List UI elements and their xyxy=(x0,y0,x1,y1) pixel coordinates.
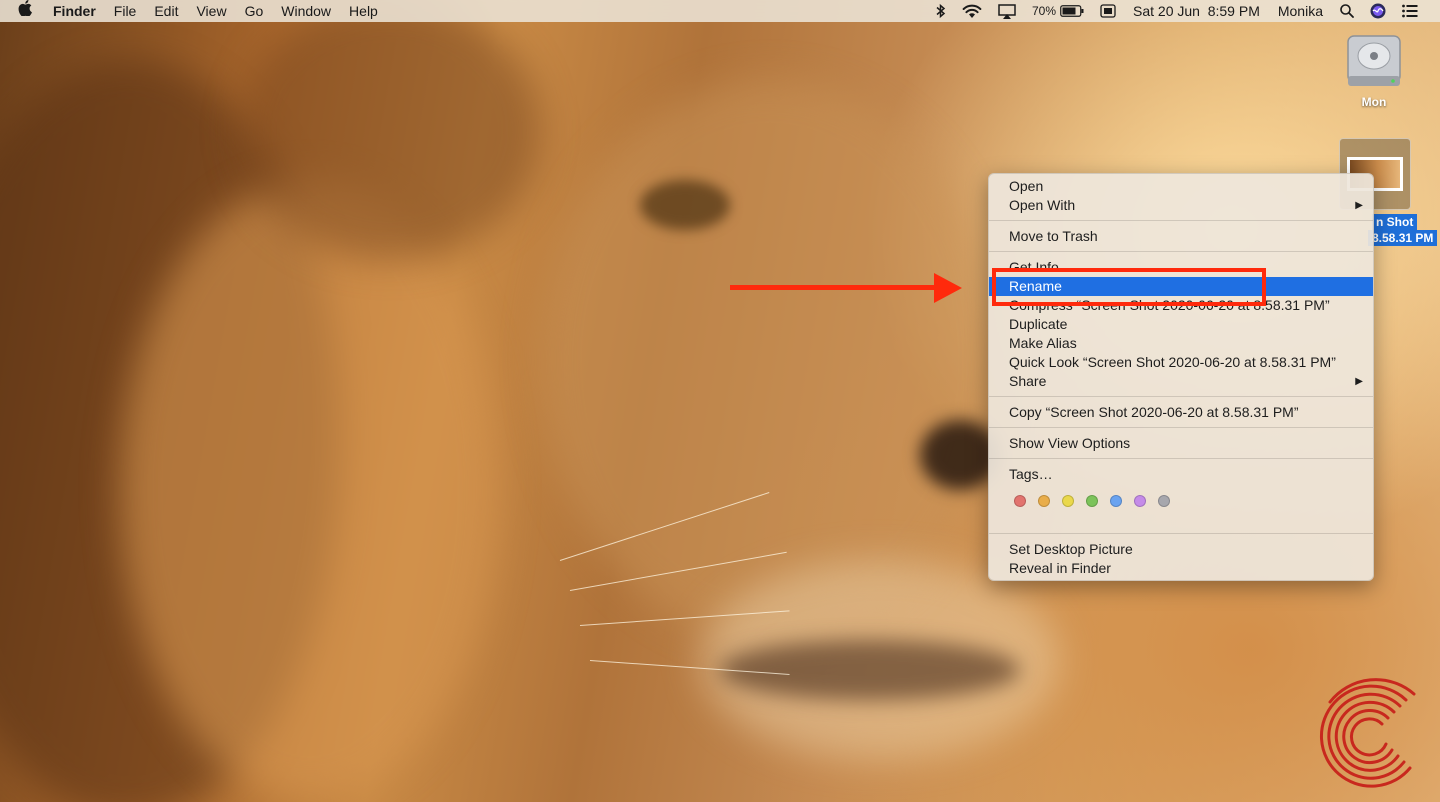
menu-item-label: Open xyxy=(1009,178,1044,194)
notification-center-icon[interactable] xyxy=(1394,0,1440,22)
menu-item-copy[interactable]: Copy “Screen Shot 2020-06-20 at 8.58.31 … xyxy=(989,403,1373,422)
menu-item-reveal-in-finder[interactable]: Reveal in Finder xyxy=(989,559,1373,578)
menu-item-label: Reveal in Finder xyxy=(1009,560,1111,576)
annotation-highlight-box xyxy=(992,268,1266,306)
menu-item-label: Set Desktop Picture xyxy=(1009,541,1133,557)
desktop-drive[interactable]: Mon xyxy=(1344,30,1404,109)
menu-item-label: Quick Look “Screen Shot 2020-06-20 at 8.… xyxy=(1009,354,1336,370)
tag-purple-icon[interactable] xyxy=(1134,495,1146,507)
submenu-arrow-icon: ▶ xyxy=(1355,376,1363,387)
lion-eye xyxy=(640,180,730,230)
menu-window[interactable]: Window xyxy=(272,0,340,22)
context-menu: Open Open With ▶ Move to Trash Get Info R… xyxy=(988,173,1374,581)
menu-separator xyxy=(989,427,1373,428)
tag-gray-icon[interactable] xyxy=(1158,495,1170,507)
screenshot-filename-line1[interactable]: n Shot xyxy=(1372,214,1418,230)
lion-mouth xyxy=(720,640,1020,700)
status-area: 70% Sat 20 Jun 8:59 PM Monika xyxy=(928,0,1440,22)
annotation-arrow-shaft xyxy=(730,285,936,290)
menu-item-set-desktop-picture[interactable]: Set Desktop Picture xyxy=(989,540,1373,559)
mane-highlight xyxy=(120,180,500,800)
menu-item-move-to-trash[interactable]: Move to Trash xyxy=(989,227,1373,246)
mane-top xyxy=(240,0,540,260)
siri-icon[interactable] xyxy=(1362,0,1394,22)
tag-green-icon[interactable] xyxy=(1086,495,1098,507)
lion-face xyxy=(540,80,1000,640)
menu-item-show-view-options[interactable]: Show View Options xyxy=(989,434,1373,453)
airplay-icon[interactable] xyxy=(990,0,1024,22)
menu-item-quick-look[interactable]: Quick Look “Screen Shot 2020-06-20 at 8.… xyxy=(989,353,1373,372)
battery-icon[interactable]: 70% xyxy=(1024,0,1092,22)
menu-item-label: Copy “Screen Shot 2020-06-20 at 8.58.31 … xyxy=(1009,404,1299,420)
watermark-logo-icon xyxy=(1319,678,1416,788)
submenu-arrow-icon: ▶ xyxy=(1355,200,1363,211)
annotation-arrow-head-icon xyxy=(934,273,962,303)
battery-percent: 70% xyxy=(1031,4,1056,18)
hard-drive-icon xyxy=(1347,35,1401,86)
menu-item-label: Move to Trash xyxy=(1009,228,1098,244)
menu-separator xyxy=(989,220,1373,221)
menu-item-label: Tags… xyxy=(1009,466,1053,482)
menu-item-tags[interactable]: Tags… xyxy=(989,465,1373,484)
menu-item-make-alias[interactable]: Make Alias xyxy=(989,334,1373,353)
user-name[interactable]: Monika xyxy=(1269,0,1332,22)
menu-item-label: Open With xyxy=(1009,197,1076,213)
tag-red-icon[interactable] xyxy=(1014,495,1026,507)
menu-item-share[interactable]: Share ▶ xyxy=(989,372,1373,391)
menu-separator xyxy=(989,396,1373,397)
tag-blue-icon[interactable] xyxy=(1110,495,1122,507)
screenshot-filename-line2[interactable]: 8.58.31 PM xyxy=(1368,230,1438,246)
menu-go[interactable]: Go xyxy=(236,0,273,22)
menu-separator xyxy=(989,533,1373,534)
menu-item-label: Make Alias xyxy=(1009,335,1077,351)
menu-item-open-with[interactable]: Open With ▶ xyxy=(989,196,1373,215)
menu-edit[interactable]: Edit xyxy=(145,0,187,22)
tag-orange-icon[interactable] xyxy=(1038,495,1050,507)
bluetooth-icon[interactable] xyxy=(928,0,954,22)
menu-separator xyxy=(989,458,1373,459)
tag-yellow-icon[interactable] xyxy=(1062,495,1074,507)
menu-view[interactable]: View xyxy=(187,0,235,22)
drive-label: Mon xyxy=(1361,95,1387,109)
menu-help[interactable]: Help xyxy=(340,0,387,22)
menu-item-label: Share xyxy=(1009,373,1047,389)
menu-item-open[interactable]: Open xyxy=(989,177,1373,196)
menu-file[interactable]: File xyxy=(105,0,146,22)
clock-datetime[interactable]: Sat 20 Jun 8:59 PM xyxy=(1124,0,1269,22)
menu-separator xyxy=(989,251,1373,252)
menu-item-duplicate[interactable]: Duplicate xyxy=(989,315,1373,334)
spotlight-icon[interactable] xyxy=(1332,0,1362,22)
keyboard-icon[interactable] xyxy=(1092,0,1124,22)
app-menu-finder[interactable]: Finder xyxy=(44,0,105,22)
menu-item-label: Show View Options xyxy=(1009,435,1131,451)
menu-item-label: Duplicate xyxy=(1009,316,1068,332)
apple-menu-icon[interactable] xyxy=(0,0,44,22)
wifi-icon[interactable] xyxy=(954,0,990,22)
menu-bar: Finder File Edit View Go Window Help 70%… xyxy=(0,0,1440,22)
